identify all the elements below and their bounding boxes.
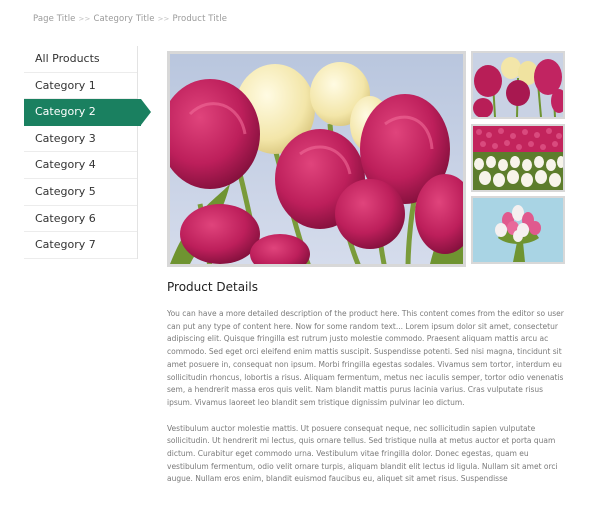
sidebar-item-category-4[interactable]: Category 4 — [24, 152, 137, 179]
sidebar-item-label: All Products — [35, 52, 100, 65]
sidebar-item-label: Category 5 — [35, 184, 96, 198]
breadcrumb: Page Title >> Category Title >> Product Titl… — [33, 14, 227, 24]
sidebar-item-label: Category 2 — [35, 105, 96, 119]
details-paragraph: You can have a more detailed description… — [167, 309, 564, 407]
tulips-rows-thumbnail — [473, 126, 563, 190]
tulips-bouquet-thumbnail — [473, 198, 563, 262]
breadcrumb-category-title[interactable]: Category Title — [93, 14, 154, 24]
sidebar-item-category-1[interactable]: Category 1 — [24, 73, 137, 100]
breadcrumb-separator: >> — [78, 15, 91, 23]
sidebar-item-label: Category 3 — [35, 131, 96, 145]
thumbnail-tulips-bouquet[interactable] — [471, 196, 565, 264]
thumbnail-tulips-field[interactable] — [471, 51, 565, 119]
details-paragraph: Vestibulum auctor molestie mattis. Ut po… — [167, 423, 558, 484]
breadcrumb-product-title: Product Title — [172, 14, 228, 24]
sidebar-item-category-2[interactable]: Category 2 — [24, 99, 151, 126]
sidebar-item-category-5[interactable]: Category 5 — [24, 179, 137, 206]
sidebar-item-label: Category 4 — [35, 158, 96, 172]
tulips-field-thumbnail — [473, 53, 563, 117]
sidebar-item-category-6[interactable]: Category 6 — [24, 206, 137, 233]
product-main-image — [167, 51, 466, 267]
category-sidebar: All Products Category 1 Category 2 Categ… — [24, 46, 151, 259]
breadcrumb-page-title[interactable]: Page Title — [33, 14, 76, 24]
sidebar-item-label: Category 6 — [35, 211, 96, 225]
tulips-closeup-image — [170, 54, 463, 264]
breadcrumb-separator: >> — [157, 15, 170, 23]
sidebar-item-label: Category 7 — [35, 238, 96, 252]
product-details-heading: Product Details — [167, 280, 258, 294]
sidebar-item-category-3[interactable]: Category 3 — [24, 126, 137, 153]
product-details-body: You can have a more detailed description… — [167, 308, 570, 499]
sidebar-item-category-7[interactable]: Category 7 — [24, 232, 137, 259]
thumbnail-tulips-rows[interactable] — [471, 124, 565, 192]
sidebar-item-label: Category 1 — [35, 78, 96, 92]
sidebar-item-all-products[interactable]: All Products — [24, 46, 137, 73]
